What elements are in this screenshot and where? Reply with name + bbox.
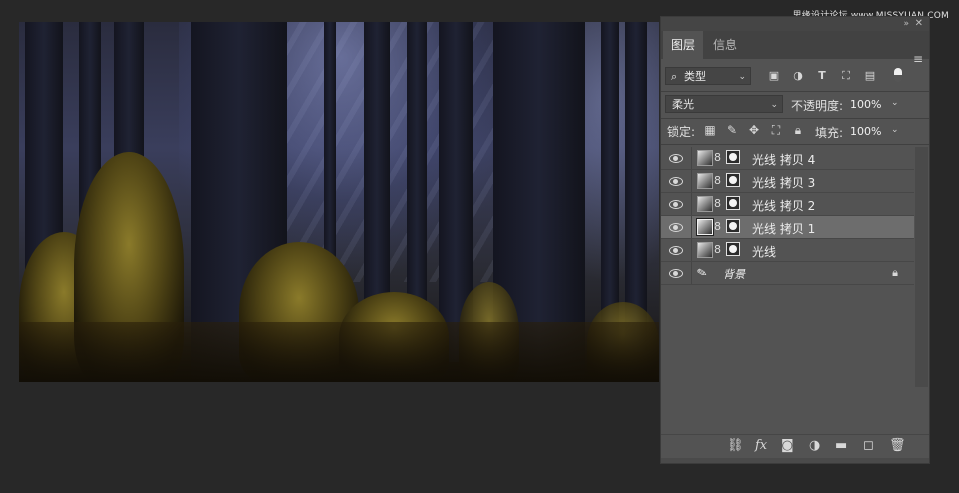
layer-mask-thumbnail[interactable]: [726, 242, 740, 256]
collapse-icon[interactable]: »: [903, 19, 909, 29]
layer-mask-thumbnail[interactable]: [726, 150, 740, 164]
fx-icon[interactable]: fx: [755, 438, 767, 454]
visibility-eye-icon[interactable]: [669, 199, 683, 209]
layer-mask-thumbnail[interactable]: [726, 173, 740, 187]
divider: [661, 91, 929, 92]
divider: [661, 118, 929, 119]
document-canvas[interactable]: [19, 22, 659, 382]
layer-name[interactable]: 光线 拷贝 4: [752, 151, 815, 168]
layer-mask-thumbnail[interactable]: [726, 219, 740, 233]
divider: [661, 144, 929, 145]
layer-row[interactable]: 8 光线 拷贝 2: [661, 193, 914, 216]
link-chain-icon[interactable]: 8: [714, 243, 721, 257]
lock-image-pixels-icon[interactable]: ✎: [725, 123, 739, 137]
fill-label: 填充:: [815, 126, 844, 140]
layers-bottom-toolbar: ⛓ fx ◙ ◑ ▬ ◻ 🗑︎: [661, 434, 929, 457]
layer-row[interactable]: 8 光线 拷贝 4: [661, 147, 914, 170]
link-chain-icon[interactable]: 8: [714, 151, 721, 165]
lock-position-icon[interactable]: ✥: [747, 123, 761, 137]
divider: [691, 147, 692, 169]
chevron-down-icon: ⌄: [738, 72, 746, 82]
adjustment-icon[interactable]: ◑: [809, 438, 820, 454]
tab-info[interactable]: 信息: [705, 31, 745, 59]
layer-row[interactable]: 8 光线: [661, 239, 914, 262]
filter-kind-label: 类型: [684, 70, 706, 83]
chevron-down-icon: ⌄: [770, 100, 778, 110]
lock-icon[interactable]: 🔒︎: [892, 266, 898, 280]
search-icon: ⌕: [671, 70, 678, 83]
visibility-eye-icon[interactable]: [669, 176, 683, 186]
ground-shadow: [19, 322, 659, 382]
layer-name[interactable]: 背景: [723, 266, 745, 282]
layers-scrollbar[interactable]: [915, 147, 928, 387]
opacity-label: 不透明度:: [791, 99, 844, 113]
link-chain-icon[interactable]: 8: [714, 174, 721, 188]
panel-menu-icon[interactable]: ≡: [913, 52, 923, 66]
tab-layers[interactable]: 图层: [663, 31, 704, 59]
mask-icon[interactable]: ◙: [781, 438, 794, 454]
layers-panel: » ✕ 图层 信息 ≡ ⌕ 类型 ⌄ ▣ ◑ T ⛶ ▤ 柔光 ⌄ 不透明度: …: [660, 16, 930, 464]
folder-icon[interactable]: ▬: [835, 438, 847, 454]
layer-thumbnail[interactable]: [697, 242, 713, 258]
divider: [691, 193, 692, 215]
link-chain-icon[interactable]: 8: [714, 197, 721, 211]
prevent-auto-nesting-icon[interactable]: ⛶: [769, 123, 783, 137]
opacity-field[interactable]: 100%: [850, 98, 881, 111]
layer-thumbnail[interactable]: [697, 196, 713, 212]
panel-title-strip[interactable]: » ✕: [661, 17, 929, 31]
layer-thumbnail[interactable]: [696, 218, 714, 236]
layer-row[interactable]: 8 光线 拷贝 3: [661, 170, 914, 193]
panel-tabs: 图层 信息 ≡: [661, 31, 929, 66]
blend-mode-dropdown[interactable]: 柔光 ⌄: [665, 95, 783, 113]
lock-all-icon[interactable]: 🔒︎: [791, 123, 805, 137]
close-icon[interactable]: ✕: [915, 18, 923, 29]
lock-label: 锁定:: [667, 125, 696, 139]
new-layer-icon[interactable]: ◻: [863, 438, 874, 454]
smart-object-filter-icon[interactable]: ▤: [861, 68, 879, 84]
divider: [691, 170, 692, 192]
layers-list: 8 光线 拷贝 4 8 光线 拷贝 3 8 光线 拷贝 2 8 光线 拷贝 1 …: [661, 147, 914, 285]
layer-thumbnail[interactable]: [697, 173, 713, 189]
visibility-eye-icon[interactable]: [669, 245, 683, 255]
link-chain-icon[interactable]: 8: [714, 220, 721, 234]
layer-filter-dropdown[interactable]: ⌕ 类型 ⌄: [665, 67, 751, 85]
divider: [691, 216, 692, 238]
trash-icon[interactable]: 🗑︎: [889, 438, 906, 454]
divider: [691, 262, 692, 284]
fill-field[interactable]: 100%: [850, 125, 881, 138]
fill-dropdown-icon[interactable]: ⌄: [891, 125, 899, 135]
layer-name[interactable]: 光线: [752, 243, 776, 260]
filter-toggle-icon[interactable]: [889, 68, 907, 84]
layer-row-selected[interactable]: 8 光线 拷贝 1: [661, 216, 914, 239]
divider: [691, 239, 692, 261]
adjustment-filter-icon[interactable]: ◑: [789, 68, 807, 84]
pixel-filter-icon[interactable]: ▣: [765, 68, 783, 84]
visibility-eye-icon[interactable]: [669, 268, 683, 278]
layer-thumbnail[interactable]: [697, 150, 713, 166]
shape-filter-icon[interactable]: ⛶: [837, 68, 855, 84]
visibility-eye-icon[interactable]: [669, 222, 683, 232]
layer-mask-thumbnail[interactable]: [726, 196, 740, 210]
layer-name[interactable]: 光线 拷贝 3: [752, 174, 815, 191]
lock-transparent-pixels-icon[interactable]: ▦: [703, 123, 717, 137]
panel-resize-strip[interactable]: [661, 458, 929, 463]
background-layer-row[interactable]: ✎ 背景 🔒︎: [661, 262, 914, 285]
visibility-eye-icon[interactable]: [669, 153, 683, 163]
link-icon[interactable]: ⛓: [727, 438, 744, 454]
layer-name[interactable]: 光线 拷贝 2: [752, 197, 815, 214]
type-filter-icon[interactable]: T: [813, 68, 831, 84]
opacity-dropdown-icon[interactable]: ⌄: [891, 98, 899, 108]
blend-mode-value: 柔光: [672, 98, 694, 111]
layer-name[interactable]: 光线 拷贝 1: [752, 220, 815, 237]
brush-icon: ✎: [695, 264, 709, 281]
